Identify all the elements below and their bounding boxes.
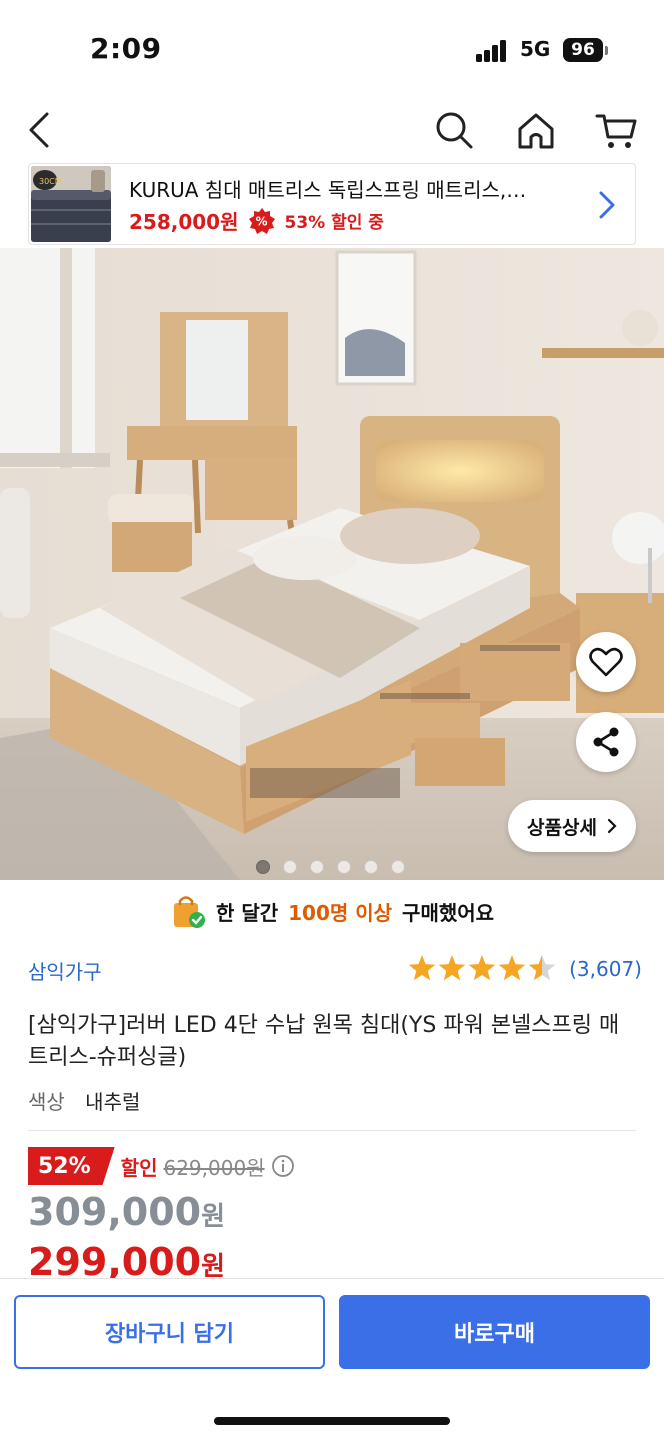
mattress-thumbnail: 30CM (31, 166, 111, 242)
divider (28, 1130, 636, 1131)
discount-row: 52% 할인 629,000원 (28, 1147, 295, 1185)
signal-icon (476, 40, 508, 62)
wishlist-button[interactable] (576, 632, 636, 692)
buy-now-button[interactable]: 바로구매 (339, 1295, 650, 1369)
star-icon (528, 955, 556, 981)
bottom-action-bar: 장바구니 담기 바로구매 (0, 1278, 664, 1440)
sale-price-value: 309,000 (28, 1190, 202, 1234)
discount-label: 할인 (120, 1155, 158, 1180)
add-to-cart-button[interactable]: 장바구니 담기 (14, 1295, 325, 1369)
price-unit: 원 (201, 1202, 225, 1232)
banner-suffix: 구매했어요 (402, 900, 495, 925)
page-dot[interactable] (256, 860, 270, 874)
sale-price: 309,000원 (28, 1190, 225, 1234)
mini-price-row: 258,000원 % 53% 할인 중 (129, 206, 384, 235)
shopping-bag-check-icon (173, 896, 205, 928)
option-row: 색상 내추럴 (28, 1086, 140, 1115)
product-detail-button[interactable]: 상품상세 (508, 800, 636, 852)
nav-bar (0, 100, 664, 160)
mini-product-title: KURUA 침대 매트리스 독립스프링 매트리스,… (129, 178, 527, 202)
battery-icon: 96 (563, 38, 603, 62)
chevron-right-icon (607, 818, 617, 834)
star-icon (408, 955, 436, 981)
thumb-label: 30CM (39, 177, 62, 186)
image-pagination[interactable] (256, 860, 405, 874)
star-rating-icon (408, 955, 556, 981)
page-dot[interactable] (337, 860, 351, 874)
share-button[interactable] (576, 712, 636, 772)
product-title: [삼익가구]러버 LED 4단 수납 원목 침대(YS 파워 본넬스프링 매트리… (28, 1013, 620, 1070)
option-label: 색상 (28, 1090, 65, 1114)
page-dot[interactable] (364, 860, 378, 874)
mini-discount: 53% 할인 중 (284, 213, 384, 233)
purchase-count-banner: 한 달간 100명 이상 구매했어요 (0, 886, 664, 936)
info-icon[interactable] (271, 1154, 295, 1178)
page-dot[interactable] (283, 860, 297, 874)
original-price: 629,000원 (163, 1155, 265, 1180)
search-icon[interactable] (428, 104, 480, 156)
star-icon (498, 955, 526, 981)
product-photo (0, 248, 664, 880)
battery-tip (605, 46, 608, 55)
svg-text:%: % (255, 214, 267, 228)
home-indicator (214, 1417, 450, 1425)
home-icon[interactable] (510, 104, 562, 156)
banner-prefix: 한 달간 (215, 900, 279, 925)
back-icon[interactable] (14, 104, 66, 156)
banner-highlight: 100명 이상 (288, 900, 393, 925)
status-bar: 2:09 5G 96 (0, 0, 664, 100)
rating[interactable]: (3,607) (407, 954, 642, 984)
share-icon (593, 727, 619, 757)
seller-link[interactable]: 삼익가구 (28, 956, 102, 985)
page-dot[interactable] (391, 860, 405, 874)
cart-icon[interactable] (590, 104, 642, 156)
chevron-right-icon[interactable] (597, 190, 617, 220)
heart-icon (589, 647, 623, 677)
page-dot[interactable] (310, 860, 324, 874)
mini-price: 258,000원 (129, 210, 239, 234)
star-icon (468, 955, 496, 981)
product-image-gallery[interactable]: 상품상세 (0, 248, 664, 880)
review-count[interactable]: (3,607) (569, 957, 642, 981)
discount-badge: 52% (28, 1147, 115, 1185)
discount-burst-icon: % (248, 207, 275, 234)
network-label: 5G (520, 37, 551, 61)
status-time: 2:09 (90, 32, 162, 65)
recommended-product-bar[interactable]: 30CM KURUA 침대 매트리스 독립스프링 매트리스,… 258,000원… (28, 163, 636, 245)
option-value: 내추럴 (85, 1090, 141, 1114)
star-icon (438, 955, 466, 981)
detail-label: 상품상세 (527, 816, 597, 839)
